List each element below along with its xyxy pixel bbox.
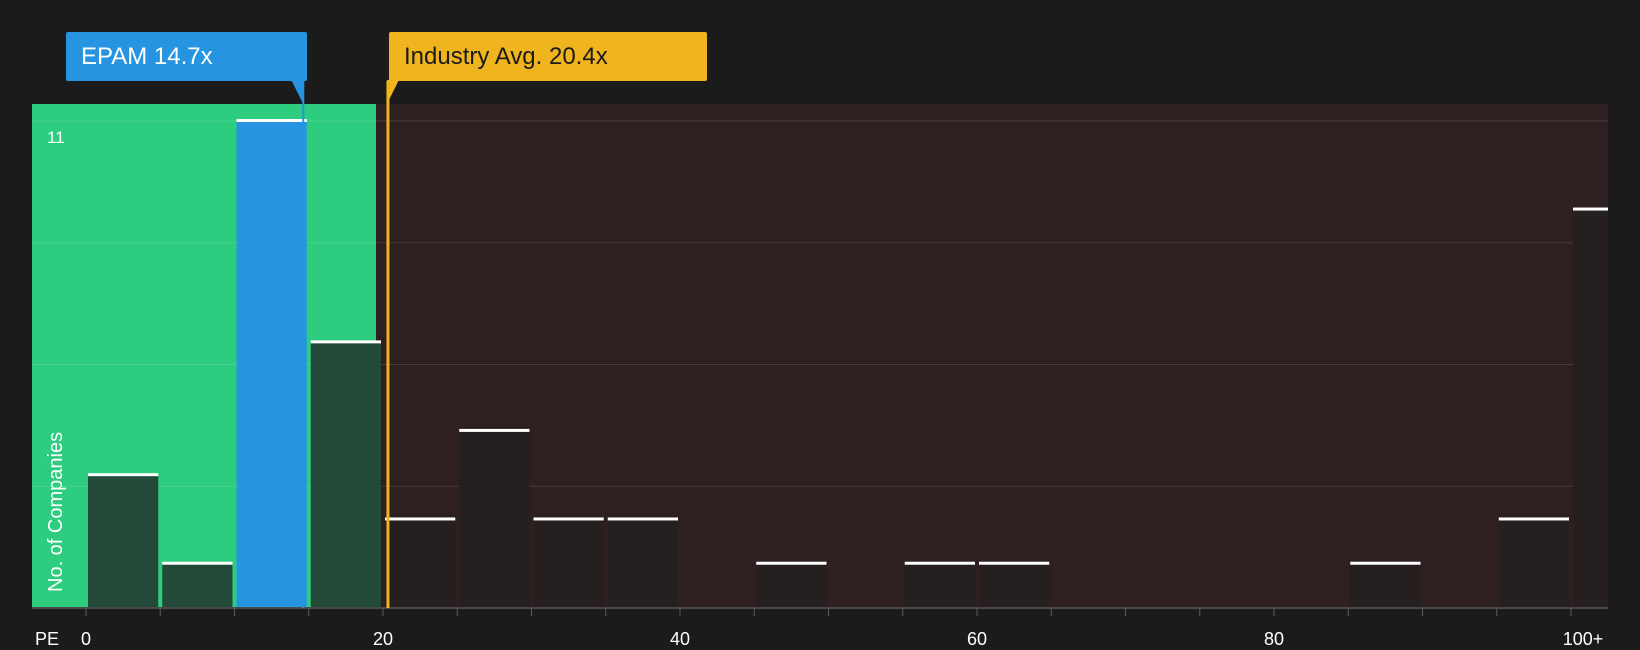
company-pe-callout: EPAM 14.7x — [66, 32, 307, 81]
histogram-bar — [1498, 519, 1569, 608]
x-tick-label: 100+ — [1563, 629, 1604, 649]
histogram-bar-cap — [385, 517, 456, 521]
y-axis-title: No. of Companies — [45, 432, 67, 592]
industry-callout-pointer — [386, 80, 399, 104]
x-tick-label: 20 — [373, 629, 393, 649]
histogram-bar — [385, 519, 456, 608]
y-axis-max-label: 11 — [47, 128, 65, 147]
histogram-bar — [533, 519, 604, 608]
company-name: EPAM — [81, 43, 148, 70]
pe-distribution-chart: 0 20 40 60 80 100+ 11 No. of Companies PE — [32, 80, 1608, 649]
histogram-bar — [904, 563, 975, 608]
histogram-bar — [162, 563, 233, 608]
x-tick-label: 80 — [1264, 629, 1284, 649]
histogram-bar-cap — [236, 119, 307, 122]
histogram-bar — [1350, 563, 1421, 608]
company-pe-value: 14.7x — [153, 43, 213, 70]
company-callout-pointer — [291, 80, 304, 104]
histogram-bar — [310, 342, 381, 608]
histogram-bar — [88, 475, 159, 608]
industry-pe-value: 20.4x — [548, 43, 608, 70]
histogram-bar — [1573, 209, 1608, 608]
histogram-bar-cap — [88, 473, 159, 477]
histogram-bar-cap — [1350, 561, 1421, 565]
histogram-bar-cap — [607, 517, 678, 521]
industry-name: Industry Avg. — [404, 43, 543, 70]
x-axis-title: PE — [35, 629, 59, 649]
industry-average-callout: Industry Avg. 20.4x — [389, 32, 707, 81]
histogram-bar-cap — [1498, 517, 1569, 521]
x-tick-label: 0 — [81, 629, 91, 649]
histogram-bar-cap — [1573, 207, 1608, 211]
histogram-bar-cap — [904, 561, 975, 565]
histogram-bar — [756, 563, 827, 608]
x-tick-label: 40 — [670, 629, 690, 649]
histogram-bar-cap — [162, 561, 233, 565]
histogram-bar-cap — [459, 428, 530, 432]
histogram-bar — [236, 121, 307, 608]
histogram-bar — [459, 430, 530, 608]
x-axis-ticks: 0 20 40 60 80 100+ — [81, 608, 1603, 649]
histogram-bar-cap — [310, 340, 381, 344]
histogram-bar — [979, 563, 1050, 608]
histogram-bar — [607, 519, 678, 608]
x-tick-label: 60 — [967, 629, 987, 649]
histogram-bar-cap — [979, 561, 1050, 565]
histogram-bar-cap — [756, 561, 827, 565]
histogram-bar-cap — [533, 517, 604, 521]
